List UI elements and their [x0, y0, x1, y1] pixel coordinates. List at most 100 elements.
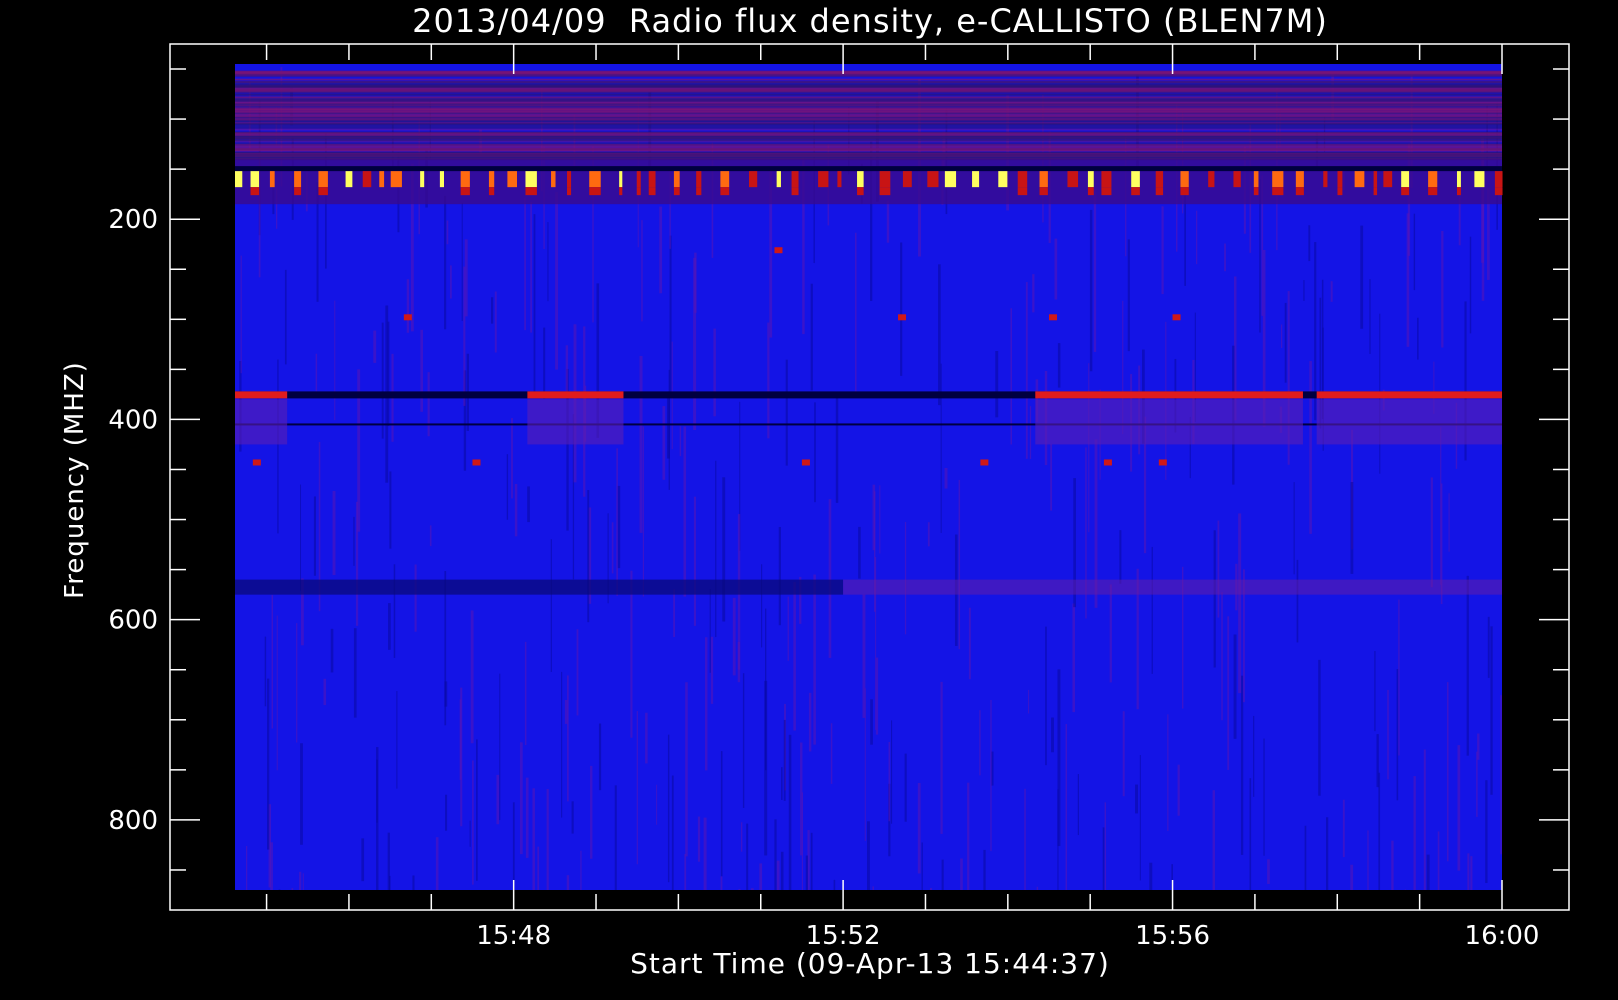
noise-streak: [555, 192, 559, 370]
noise-streak: [414, 564, 417, 632]
noise-streak: [576, 629, 579, 716]
noise-streak: [527, 486, 530, 523]
burst-mark: [1087, 171, 1094, 188]
noise-streak: [697, 816, 701, 862]
line-segment: [1035, 391, 1303, 399]
noise-streak: [888, 741, 891, 822]
noise-streak: [512, 802, 515, 890]
burst-mark: [1131, 187, 1140, 196]
noise-streak: [1378, 772, 1381, 890]
noise-streak: [450, 265, 452, 299]
line-segment: [235, 391, 288, 399]
noise-streak: [709, 589, 711, 673]
noise-streak: [813, 574, 816, 745]
noise-streak: [746, 823, 749, 890]
burst-mark: [420, 171, 425, 188]
noise-streak: [499, 673, 501, 821]
burst-mark: [720, 171, 730, 188]
burst-mark: [250, 171, 260, 188]
noise-streak: [1249, 778, 1252, 890]
burst-mark: [1295, 171, 1304, 188]
noise-streak: [1309, 361, 1312, 534]
noise-streak: [533, 214, 536, 393]
rfi-line: [235, 136, 1502, 140]
noise-streak: [1467, 853, 1470, 890]
noise-streak: [685, 682, 688, 857]
spectrogram-chart: 200 400 600 800 15:48 15:52 15:56 16:00: [108, 43, 1570, 951]
noise-streak: [940, 363, 942, 533]
burst-mark: [1180, 171, 1189, 188]
noise-streak: [864, 688, 866, 842]
noise-streak: [740, 822, 743, 852]
noise-streak: [1253, 715, 1255, 797]
noise-streak: [393, 564, 396, 658]
burst-mark: [318, 187, 328, 196]
noise-streak: [667, 734, 670, 883]
burst-mark: [648, 187, 656, 196]
noise-streak: [396, 691, 398, 789]
noise-streak: [1051, 717, 1054, 753]
noise-streak: [524, 197, 526, 331]
noise-streak: [524, 641, 527, 746]
burst-mark: [1101, 171, 1112, 188]
burst-mark: [619, 171, 623, 188]
noise-streak: [271, 595, 273, 729]
burst-mark: [791, 187, 799, 196]
noise-streak: [656, 784, 658, 825]
rfi-line: [235, 96, 1502, 98]
noise-streak: [1217, 520, 1220, 618]
noise-streak: [995, 351, 999, 418]
noise-streak: [810, 283, 813, 391]
noise-streak: [387, 321, 390, 426]
burst-mark: [460, 171, 470, 188]
noise-streak: [353, 516, 355, 566]
noise-streak: [566, 875, 570, 890]
dark-band: [235, 579, 844, 595]
burst-mark: [1067, 171, 1079, 188]
burst-mark: [636, 187, 641, 196]
spectrogram-heatmap: [235, 64, 1503, 890]
line-dark: [235, 391, 1502, 399]
burst-mark: [1337, 171, 1343, 188]
noise-streak: [668, 369, 670, 490]
y-tick-label: 800: [108, 806, 158, 836]
noise-streak: [566, 675, 569, 802]
noise-streak: [1342, 799, 1345, 858]
noise-streak: [1119, 530, 1122, 584]
noise-streak: [373, 330, 377, 363]
noise-streak: [990, 699, 992, 852]
burst-mark: [1155, 171, 1164, 188]
noise-streak: [967, 782, 970, 890]
noise-streak: [546, 789, 549, 890]
noise-streak: [376, 747, 379, 890]
noise-streak: [1470, 856, 1473, 890]
noise-streak: [435, 837, 439, 890]
rfi-line: [235, 147, 1502, 151]
burst-mark: [1295, 187, 1304, 196]
noise-streak: [785, 359, 788, 466]
rfi-line: [235, 144, 1502, 147]
noise-streak: [1139, 755, 1141, 881]
noise-streak: [519, 742, 523, 855]
noise-streak: [641, 220, 643, 322]
noise-streak: [941, 859, 944, 890]
noise-streak: [960, 858, 963, 890]
noise-streak: [968, 607, 971, 680]
noise-streak: [659, 206, 663, 294]
noise-streak: [284, 269, 287, 365]
noise-streak: [277, 359, 279, 534]
noise-streak: [814, 402, 816, 503]
y-tick-label: 400: [108, 405, 158, 435]
noise-streak: [547, 222, 549, 302]
noise-streak: [1089, 209, 1093, 372]
noise-streak: [886, 200, 890, 243]
rfi-line: [235, 125, 1502, 127]
noise-streak: [302, 873, 304, 890]
noise-streak: [1045, 626, 1047, 766]
rfi-line: [235, 154, 1502, 158]
burst-mark: [818, 171, 829, 188]
rfi-line: [235, 153, 1502, 155]
burst-mark: [1039, 171, 1048, 188]
noise-streak: [332, 490, 336, 576]
burst-mark: [1323, 171, 1328, 188]
